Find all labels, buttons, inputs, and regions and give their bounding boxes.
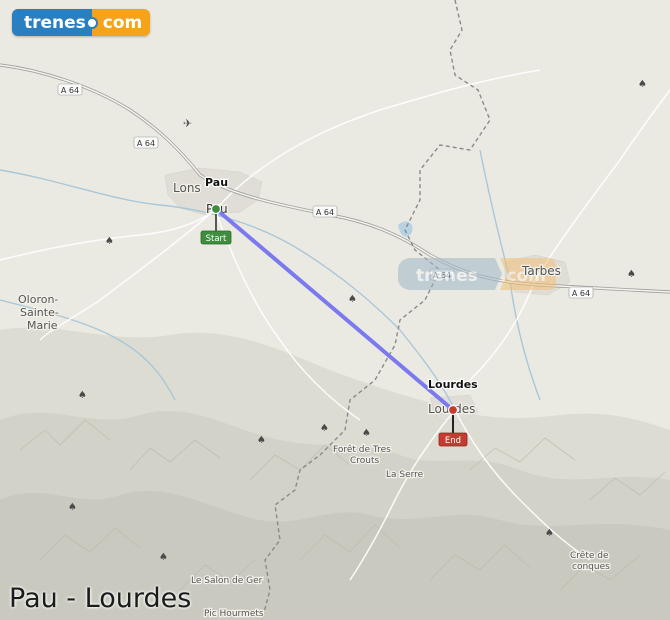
place-label-oloron-1: Oloron- [18, 293, 58, 306]
tree-icon: ♠ [545, 528, 554, 539]
tree-icon: ♠ [68, 502, 77, 513]
tree-icon: ♠ [348, 294, 357, 305]
svg-text:A 64: A 64 [572, 289, 590, 298]
place-label-lons: Lons [173, 181, 201, 195]
brand-logo[interactable]: trenes com [12, 9, 151, 36]
svg-text:A 64: A 64 [137, 139, 155, 148]
start-marker-label: Start [206, 234, 227, 244]
place-label-oloron-2: Sainte- [20, 306, 59, 319]
svg-text:A 64: A 64 [61, 86, 79, 95]
end-marker-label: End [445, 436, 461, 446]
place-label-la-serre: La Serre [386, 470, 424, 480]
logo-text-secondary: com [91, 9, 151, 36]
destination-name-label: Lourdes [428, 378, 478, 391]
place-label-foret-2: Crouts [350, 456, 380, 466]
origin-name-label: Pau [205, 176, 228, 189]
place-label-tarbes: Tarbes [521, 264, 561, 278]
tree-icon: ♠ [159, 552, 168, 563]
svg-text:trenes: trenes [416, 266, 478, 286]
svg-text:A 64: A 64 [316, 208, 334, 217]
place-label-oloron-3: Marie [27, 319, 58, 332]
place-label-crete-2: conques [572, 562, 610, 572]
place-label-crete-1: Crête de [570, 550, 609, 561]
logo-text-primary: trenes [12, 9, 98, 36]
logo-dot-icon [85, 17, 98, 29]
tree-icon: ♠ [78, 390, 87, 401]
road-shield: A 64 [568, 286, 594, 299]
road-shield: A 64 [133, 136, 159, 149]
airport-icon: ✈ [183, 117, 192, 130]
road-shield: A 64 [312, 205, 338, 218]
tree-icon: ♠ [257, 435, 266, 446]
tree-icon: ♠ [638, 79, 647, 90]
start-pin [210, 203, 222, 215]
route-title: Pau - Lourdes [9, 583, 192, 614]
place-label-pic: Pic Hourmets [204, 609, 264, 619]
road-shield: A 64 [57, 83, 83, 96]
tree-icon: ♠ [320, 423, 329, 434]
end-pin [447, 404, 459, 416]
tree-icon: ♠ [105, 236, 114, 247]
tree-icon: ♠ [362, 428, 371, 439]
tree-icon: ♠ [627, 269, 636, 280]
place-label-foret-1: Forêt de Tres [333, 444, 391, 455]
map[interactable]: ♠ ♠ ♠ ♠ ♠ ♠ ♠ ♠ ♠ ♠ ♠ ✈ A 64 A 64 A 64 A… [0, 0, 670, 620]
place-label-salon: Le Salon de Ger [191, 576, 263, 586]
